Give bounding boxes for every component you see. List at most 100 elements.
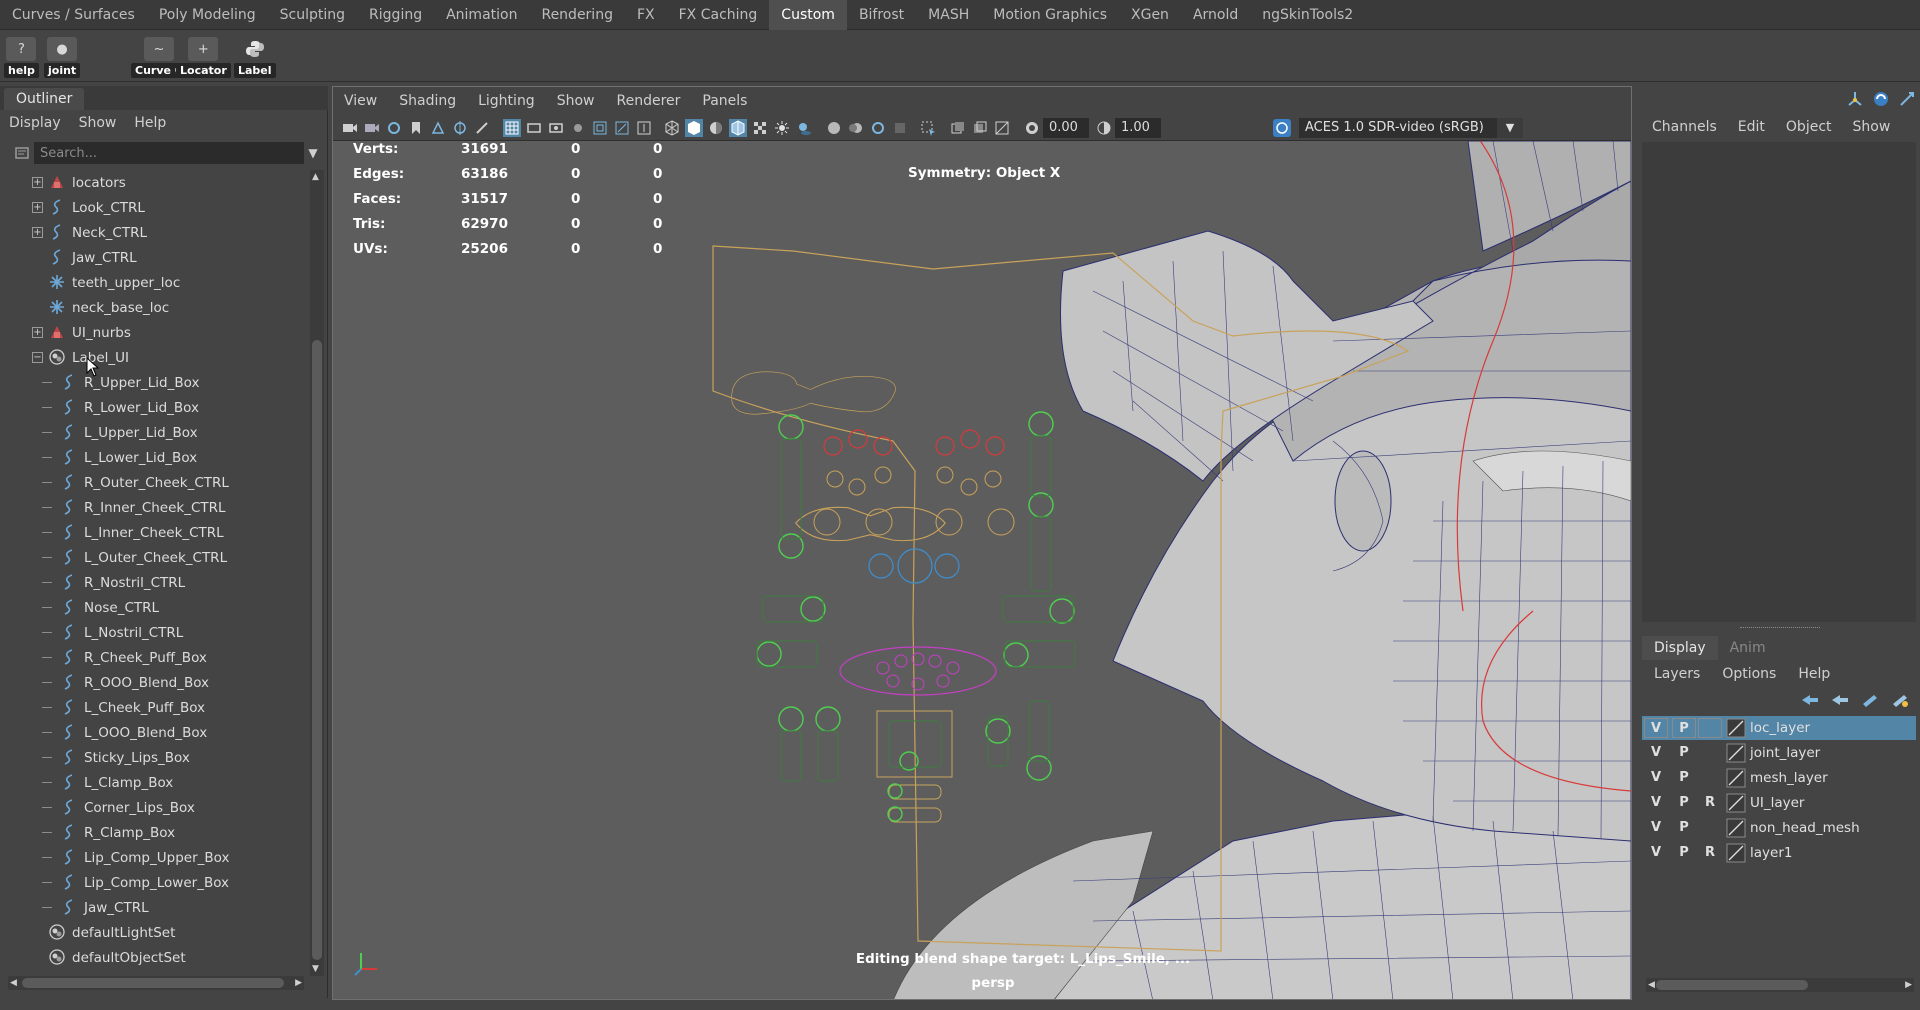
3d-viewport[interactable]: Verts: 31691 0 0 Edges: 63186 0 0 Faces: 31517 0 0 T…	[333, 141, 1631, 999]
layer-reference-toggle[interactable]: R	[1698, 793, 1722, 813]
smooth-shade-icon[interactable]	[685, 119, 703, 137]
tree-item[interactable]: L_Upper_Lid_Box	[0, 420, 310, 445]
camera-bookmark-icon[interactable]	[385, 119, 403, 137]
shelf-tab-arnold[interactable]: Arnold	[1181, 0, 1250, 30]
label-shelf-button[interactable]: Label	[234, 36, 276, 78]
tree-item[interactable]: neck_base_loc	[0, 295, 310, 320]
layer-color-icon[interactable]	[1726, 843, 1746, 863]
shelf-tab-poly-modeling[interactable]: Poly Modeling	[147, 0, 268, 30]
tree-item[interactable]: L_Lower_Lid_Box	[0, 445, 310, 470]
tree-item[interactable]: Jaw_CTRL	[0, 245, 310, 270]
scroll-down-icon[interactable]: ▼	[312, 964, 319, 974]
isolate-select-icon[interactable]	[919, 119, 937, 137]
layer-playback-toggle[interactable]: P	[1672, 793, 1696, 813]
layer-row[interactable]: V Pjoint_layer	[1642, 741, 1916, 765]
depth-of-field-icon[interactable]	[891, 119, 909, 137]
color-management-icon[interactable]	[1273, 119, 1291, 137]
layer-color-icon[interactable]	[1726, 768, 1746, 788]
outliner-menu-display[interactable]: Display	[0, 115, 70, 131]
outliner-tab[interactable]: Outliner	[4, 88, 85, 110]
shelf-tab-sculpting[interactable]: Sculpting	[268, 0, 357, 30]
tree-item[interactable]: + Neck_CTRL	[0, 220, 310, 245]
shelf-tab-custom[interactable]: Custom	[769, 0, 847, 30]
tab-display[interactable]: Display	[1642, 636, 1718, 660]
tree-item[interactable]: defaultLightSet	[0, 920, 310, 945]
outliner-menu-help[interactable]: Help	[125, 115, 175, 131]
scrollbar-thumb[interactable]	[22, 978, 284, 988]
2d-pan-zoom-icon[interactable]	[451, 119, 469, 137]
tree-item[interactable]: + locators	[0, 170, 310, 195]
layer-playback-toggle[interactable]: P	[1672, 743, 1696, 763]
viewport-menu-shading[interactable]: Shading	[388, 93, 467, 109]
layer-reference-toggle[interactable]	[1698, 768, 1722, 788]
textured-icon[interactable]	[751, 119, 769, 137]
panel-splitter[interactable]	[1640, 624, 1920, 632]
layer-row[interactable]: V P R UI_layer	[1642, 791, 1916, 815]
shelf-tab-motion-graphics[interactable]: Motion Graphics	[981, 0, 1119, 30]
expand-icon[interactable]: +	[32, 177, 43, 188]
image-plane-icon[interactable]	[429, 119, 447, 137]
exposure-icon[interactable]	[1023, 119, 1041, 137]
new-layer-icon[interactable]	[1860, 692, 1880, 712]
layer-visibility-toggle[interactable]: V	[1644, 818, 1668, 838]
shelf-tab-animation[interactable]: Animation	[434, 0, 529, 30]
tab-anim[interactable]: Anim	[1718, 636, 1778, 660]
tree-item[interactable]: Sticky_Lips_Box	[0, 745, 310, 770]
shelf-tab-rigging[interactable]: Rigging	[357, 0, 434, 30]
tree-item[interactable]: Lip_Comp_Lower_Box	[0, 870, 310, 895]
tree-item[interactable]: L_Inner_Cheek_CTRL	[0, 520, 310, 545]
film-gate-icon[interactable]	[525, 119, 543, 137]
tree-item[interactable]: L_Cheek_Puff_Box	[0, 695, 310, 720]
layer-row[interactable]: V P Rlayer1	[1642, 841, 1916, 865]
layer-color-icon[interactable]	[1726, 793, 1746, 813]
attribute-editor-icon[interactable]	[1846, 90, 1864, 112]
chevron-down-icon[interactable]: ▼	[1497, 118, 1523, 138]
gate-mask-icon[interactable]	[569, 119, 587, 137]
lights-icon[interactable]	[773, 119, 791, 137]
tree-item[interactable]: R_OOO_Blend_Box	[0, 670, 310, 695]
layer-reference-toggle[interactable]	[1698, 743, 1722, 763]
tree-item[interactable]: R_Clamp_Box	[0, 820, 310, 845]
scroll-right-icon[interactable]: ▶	[1905, 978, 1912, 992]
locator-shelf-button[interactable]: + Locator	[176, 36, 231, 78]
xray-active-components-icon[interactable]	[971, 119, 989, 137]
xray-joints-icon[interactable]	[993, 119, 1011, 137]
expand-icon[interactable]: +	[32, 202, 43, 213]
shelf-tab-rendering[interactable]: Rendering	[529, 0, 625, 30]
viewport-menu-panels[interactable]: Panels	[691, 93, 758, 109]
shelf-tab-bifrost[interactable]: Bifrost	[847, 0, 916, 30]
view-transform-dropdown[interactable]: ACES 1.0 SDR-video (sRGB) ▼	[1299, 118, 1523, 138]
expand-icon[interactable]: +	[32, 327, 43, 338]
outliner-vertical-scrollbar[interactable]: ▲ ▼	[310, 170, 324, 976]
tree-item[interactable]: Corner_Lips_Box	[0, 795, 310, 820]
move-layer-up-icon[interactable]	[1800, 692, 1820, 712]
shelf-tab-curves-surfaces[interactable]: Curves / Surfaces	[0, 0, 147, 30]
bookmark-icon[interactable]	[407, 119, 425, 137]
wireframe-icon[interactable]	[663, 119, 681, 137]
layer-menu-help[interactable]: Help	[1784, 666, 1838, 682]
scroll-right-icon[interactable]: ▶	[295, 976, 302, 990]
wireframe-on-shaded-icon[interactable]	[729, 119, 747, 137]
shelf-tab-xgen[interactable]: XGen	[1119, 0, 1181, 30]
shelf-tab-ngskintools2[interactable]: ngSkinTools2	[1250, 0, 1365, 30]
layer-reference-toggle[interactable]: R	[1698, 843, 1722, 863]
layer-row[interactable]: V Ploc_layer	[1642, 716, 1916, 740]
collapse-icon[interactable]: −	[32, 352, 43, 363]
gamma-field[interactable]: 1.00	[1115, 118, 1161, 138]
tree-item[interactable]: L_Outer_Cheek_CTRL	[0, 545, 310, 570]
scrollbar-thumb[interactable]	[312, 340, 322, 960]
tree-item[interactable]: Nose_CTRL	[0, 595, 310, 620]
layer-color-icon[interactable]	[1726, 743, 1746, 763]
gamma-icon[interactable]	[1095, 119, 1113, 137]
tree-item[interactable]: − Label_UI	[0, 345, 310, 370]
shadows-icon[interactable]	[795, 119, 813, 137]
layer-menu-layers[interactable]: Layers	[1640, 666, 1708, 682]
motion-blur-icon[interactable]	[847, 119, 865, 137]
viewport-menu-renderer[interactable]: Renderer	[605, 93, 691, 109]
layer-reference-toggle[interactable]	[1698, 718, 1722, 738]
channel-box-menu-show[interactable]: Show	[1841, 119, 1900, 135]
tree-item[interactable]: L_OOO_Blend_Box	[0, 720, 310, 745]
layer-visibility-toggle[interactable]: V	[1644, 768, 1668, 788]
layer-visibility-toggle[interactable]: V	[1644, 793, 1668, 813]
channel-box-menu-channels[interactable]: Channels	[1640, 119, 1726, 135]
